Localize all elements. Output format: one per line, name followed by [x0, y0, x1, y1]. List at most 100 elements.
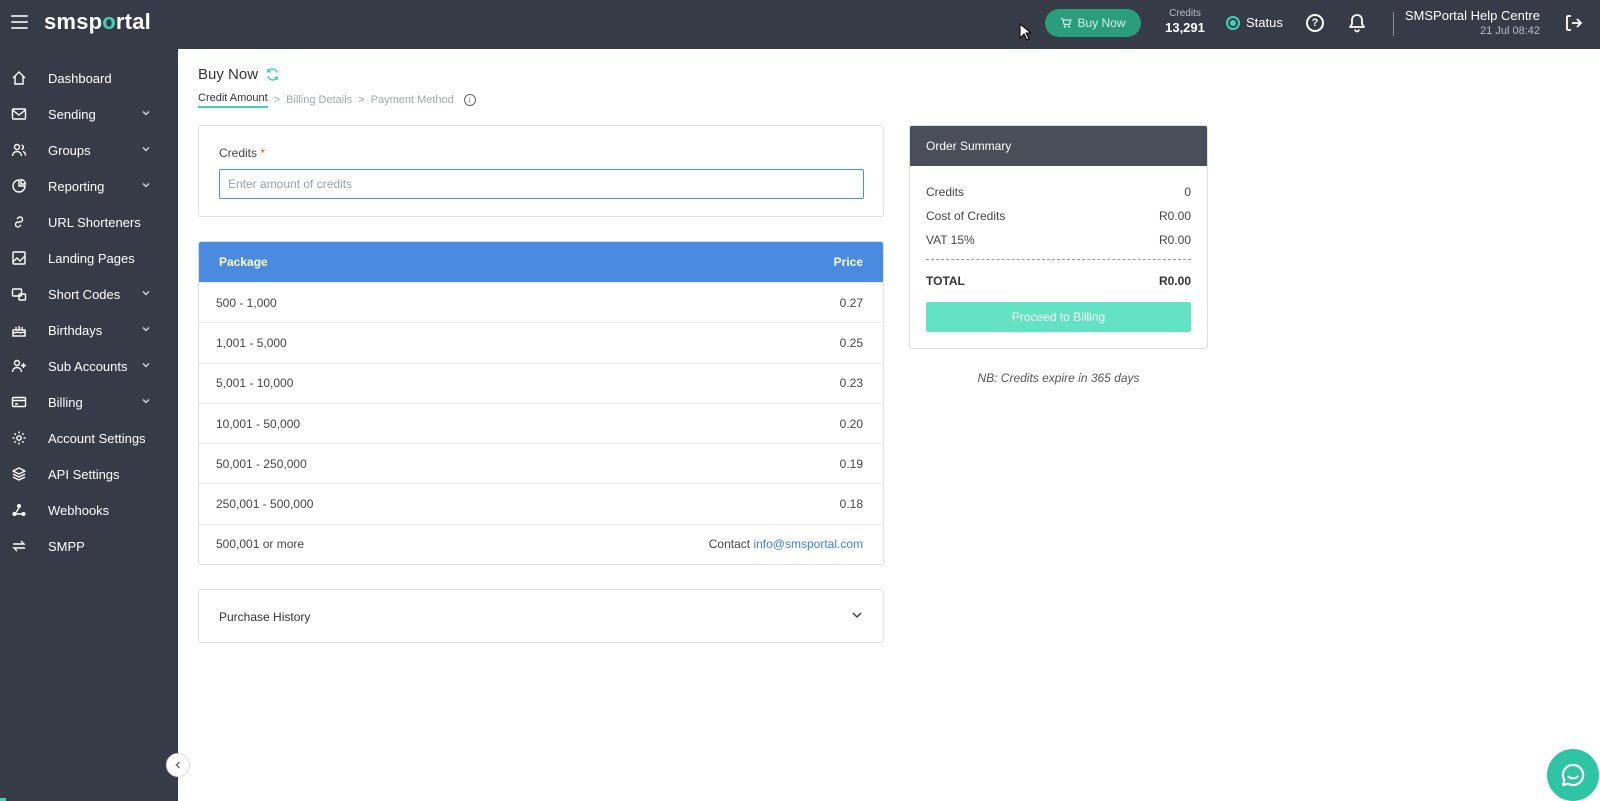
order-cost-value: R0.00 — [1158, 209, 1191, 223]
credits-expiry-note: NB: Credits expire in 365 days — [977, 371, 1140, 385]
landing-page-icon — [12, 251, 26, 265]
breadcrumb: Credit Amount > Billing Details > Paymen… — [198, 92, 476, 108]
sidebar-item-groups[interactable]: Groups — [0, 132, 178, 168]
contact-cell: Contact info@smsportal.com — [709, 537, 863, 551]
sidebar-item-api-settings[interactable]: API Settings — [0, 456, 178, 492]
breadcrumb-billing-details[interactable]: Billing Details — [286, 94, 352, 106]
sidebar-item-label: SMPP — [48, 539, 85, 554]
purchase-history-accordion[interactable]: Purchase History — [198, 589, 884, 643]
package-price: 0.27 — [839, 295, 863, 310]
sidebar-item-label: Webhooks — [48, 503, 110, 518]
sidebar-item-landing-pages[interactable]: Landing Pages — [0, 240, 178, 276]
link-icon — [14, 216, 24, 228]
order-credits-row: Credits 0 — [926, 185, 1191, 199]
credits-balance: Credits 13,291 — [1162, 8, 1208, 35]
credits-label-text: Credits — [219, 146, 258, 160]
sidebar-item-label: Reporting — [48, 179, 105, 194]
table-row: 1,001 - 5,000 0.25 — [199, 322, 883, 362]
contact-email-link[interactable]: info@smsportal.com — [753, 537, 863, 551]
sidebar-item-account-settings[interactable]: Account Settings — [0, 420, 178, 456]
page-title: Buy Now — [198, 66, 280, 83]
sidebar-item-sending[interactable]: Sending — [0, 96, 178, 132]
column-header-package: Package — [219, 255, 268, 269]
top-bar: smsportal Buy Now Credits 13,291 Status … — [0, 0, 1600, 49]
package-range: 10,001 - 50,000 — [216, 416, 301, 431]
order-vat-value: R0.00 — [1158, 233, 1191, 247]
table-row: 50,001 - 250,000 0.19 — [199, 443, 883, 483]
sidebar-item-label: URL Shorteners — [48, 215, 141, 230]
refresh-icon[interactable] — [265, 67, 280, 82]
chevron-down-icon — [142, 291, 150, 296]
credits-card: Credits * — [198, 125, 884, 217]
sidebar-item-reporting[interactable]: Reporting — [0, 168, 178, 204]
chevron-down-icon — [142, 363, 150, 368]
table-row: 500,001 or more Contact info@smsportal.c… — [199, 523, 883, 564]
package-range: 50,001 - 250,000 — [216, 456, 307, 471]
chevron-down-icon — [852, 612, 862, 619]
buy-now-label: Buy Now — [1077, 16, 1126, 30]
sidebar-item-sub-accounts[interactable]: Sub Accounts — [0, 348, 178, 384]
header-divider — [1393, 12, 1394, 36]
table-header: Package Price — [199, 242, 883, 282]
breadcrumb-credit-amount[interactable]: Credit Amount — [198, 92, 268, 108]
short-code-icon — [11, 288, 27, 301]
contact-prefix: Contact — [708, 537, 754, 552]
user-plus-icon — [11, 359, 26, 373]
sidebar-item-smpp[interactable]: SMPP — [0, 528, 178, 564]
sidebar-item-url-shorteners[interactable]: URL Shorteners — [0, 204, 178, 240]
logo[interactable]: smsportal — [44, 9, 151, 35]
sidebar-item-label: Groups — [48, 143, 91, 158]
proceed-to-billing-button[interactable]: Proceed to Billing — [926, 302, 1191, 332]
swap-icon — [12, 540, 26, 552]
sidebar-item-label: Billing — [48, 395, 83, 410]
users-icon — [11, 143, 27, 157]
order-credits-label: Credits — [926, 185, 965, 199]
sidebar-item-billing[interactable]: Billing — [0, 384, 178, 420]
breadcrumb-payment-method[interactable]: Payment Method — [371, 94, 454, 106]
package-range: 1,001 - 5,000 — [216, 335, 287, 350]
table-row: 250,001 - 500,000 0.18 — [199, 483, 883, 523]
menu-icon[interactable] — [11, 15, 28, 29]
pie-chart-icon — [12, 178, 27, 193]
package-range: 500 - 1,000 — [216, 295, 277, 310]
user-name[interactable]: SMSPortal Help Centre — [1405, 8, 1540, 23]
order-vat-label: VAT 15% — [926, 233, 975, 247]
status-indicator[interactable]: Status — [1226, 15, 1283, 30]
credits-balance-value: 13,291 — [1165, 20, 1205, 35]
home-icon — [12, 71, 26, 85]
bell-icon[interactable] — [1348, 13, 1366, 33]
credits-input[interactable] — [219, 169, 864, 199]
status-label: Status — [1246, 15, 1283, 30]
sidebar-item-short-codes[interactable]: Short Codes — [0, 276, 178, 312]
user-date: 21 Jul 08:42 — [1480, 25, 1540, 37]
package-range: 500,001 or more — [216, 537, 305, 552]
info-icon[interactable]: i — [463, 94, 476, 106]
credits-balance-label: Credits — [1169, 8, 1201, 19]
sidebar-item-label: API Settings — [48, 467, 120, 482]
sidebar-item-webhooks[interactable]: Webhooks — [0, 492, 178, 528]
help-icon[interactable]: ? — [1306, 14, 1324, 32]
chevron-down-icon — [142, 399, 150, 404]
package-price: 0.23 — [839, 376, 863, 391]
sidebar-item-dashboard[interactable]: Dashboard — [0, 60, 178, 96]
order-total-value: R0.00 — [1158, 274, 1191, 288]
package-price: 0.19 — [839, 456, 863, 471]
table-row: 5,001 - 10,000 0.23 — [199, 362, 883, 403]
column-header-price: Price — [833, 255, 863, 269]
gear-icon — [12, 431, 26, 445]
sidebar-item-label: Sending — [48, 107, 96, 122]
order-total-row: TOTAL R0.00 — [926, 274, 1191, 288]
order-vat-row: VAT 15% R0.00 — [926, 233, 1191, 247]
layers-icon — [12, 467, 26, 481]
breadcrumb-separator: > — [358, 94, 365, 106]
sidebar-item-label: Dashboard — [48, 71, 112, 86]
logout-icon[interactable] — [1565, 14, 1583, 32]
sidebar-item-birthdays[interactable]: Birthdays — [0, 312, 178, 348]
chat-button[interactable] — [1547, 749, 1599, 801]
buy-now-button[interactable]: Buy Now — [1045, 9, 1141, 37]
cake-icon — [12, 326, 26, 337]
chevron-down-icon — [142, 327, 150, 332]
sidebar-collapse-button[interactable] — [166, 753, 190, 777]
sidebar-item-label: Short Codes — [48, 287, 121, 302]
package-range: 5,001 - 10,000 — [216, 376, 294, 391]
